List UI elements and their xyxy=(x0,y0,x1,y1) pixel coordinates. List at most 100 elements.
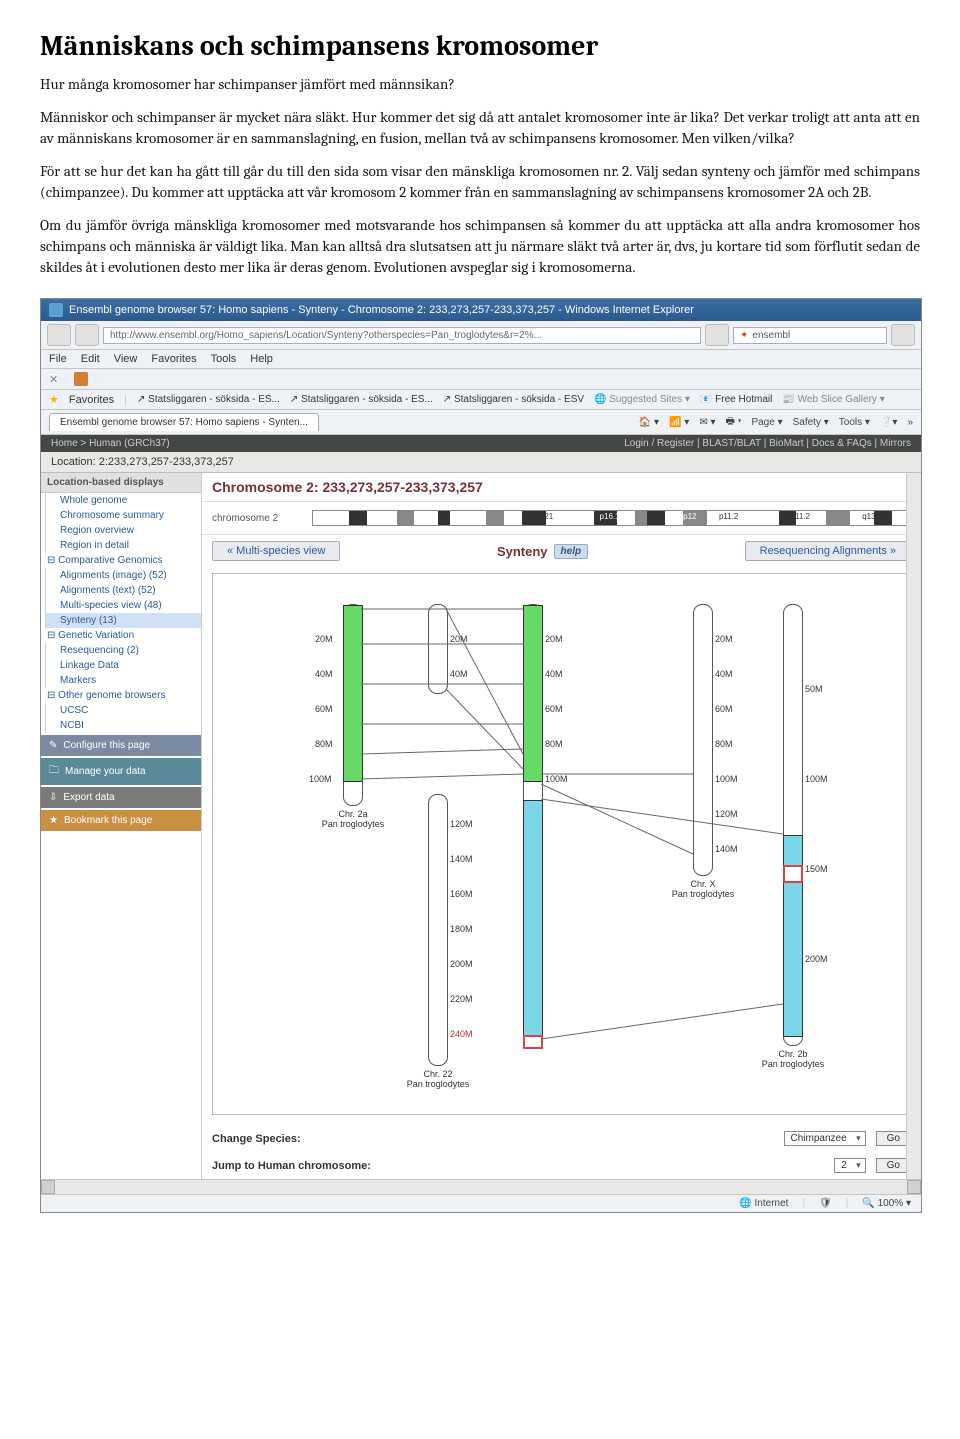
menu-favorites[interactable]: Favorites xyxy=(151,353,196,365)
menu-bar: File Edit View Favorites Tools Help xyxy=(41,350,921,369)
sidebar-group[interactable]: ⊟ Other genome browsers xyxy=(41,688,201,703)
sidebar-item[interactable]: UCSC xyxy=(45,703,201,718)
jump-label: Jump to Human chromosome: xyxy=(212,1160,432,1172)
mail-icon[interactable]: ✉ ▾ xyxy=(699,417,715,428)
doc-p3: För att se hur det kan ha gått till går … xyxy=(40,161,920,203)
sidebar-item-synteny[interactable]: Synteny (13) xyxy=(45,613,201,628)
sidebar-item[interactable]: NCBI xyxy=(45,718,201,733)
fav-link[interactable]: ↗ Statsliggaren - söksida - ES... xyxy=(137,394,280,405)
fav-link[interactable]: ↗ Statsliggaren - söksida - ESV xyxy=(443,394,584,405)
chrom-select[interactable]: 2 xyxy=(834,1158,866,1173)
help-button[interactable]: help xyxy=(554,544,589,559)
sidebar-item[interactable]: Linkage Data xyxy=(45,658,201,673)
address-bar[interactable]: http://www.ensembl.org/Homo_sapiens/Loca… xyxy=(103,327,701,344)
sidebar-item[interactable]: Resequencing (2) xyxy=(45,643,201,658)
forward-button[interactable] xyxy=(75,324,99,346)
search-box[interactable]: ✦ ensembl xyxy=(733,327,887,344)
chrom-x xyxy=(693,604,713,876)
band-label: p11.2 xyxy=(719,512,738,521)
fav-link[interactable]: 🌐 Suggested Sites ▾ xyxy=(594,394,690,405)
export-data-button[interactable]: ⇩ Export data xyxy=(41,787,201,808)
fav-link[interactable]: 📧 Free Hotmail xyxy=(700,394,772,405)
band-label: p16.1 xyxy=(600,512,620,521)
sidebar-item[interactable]: Alignments (image) (52) xyxy=(45,568,201,583)
chrom-2b-caption: Chr. 2bPan troglodytes xyxy=(753,1049,833,1069)
refresh-button[interactable] xyxy=(705,324,729,346)
synteny-title: Synteny help xyxy=(497,544,588,559)
search-go-button[interactable] xyxy=(891,324,915,346)
synteny-nav: « Multi-species view Synteny help Resequ… xyxy=(202,535,921,567)
chrom-22 xyxy=(428,604,448,694)
tab-toolbar: 🏠 ▾ 📶 ▾ ✉ ▾ 🖶 ▾ Page ▾ Safety ▾ Tools ▾ … xyxy=(639,414,913,431)
sidebar-item[interactable]: Multi-species view (48) xyxy=(45,598,201,613)
zoom-level[interactable]: 🔍 100% ▾ xyxy=(862,1198,911,1209)
band-label: p12 xyxy=(683,512,696,521)
tab-bar: Ensembl genome browser 57: Homo sapiens … xyxy=(41,410,921,435)
chrom-x-caption: Chr. XPan troglodytes xyxy=(663,879,743,899)
sidebar: Location-based displays Whole genome Chr… xyxy=(41,473,202,1179)
home-icon[interactable]: 🏠 ▾ xyxy=(639,417,659,428)
fav-link[interactable]: ↗ Statsliggaren - söksida - ES... xyxy=(290,394,433,405)
breadcrumb[interactable]: Home > Human (GRCh37) xyxy=(51,438,170,449)
sidebar-item[interactable]: Whole genome xyxy=(45,493,201,508)
band-label: p13 xyxy=(647,512,660,521)
location-bar: Location: 2:233,273,257-233,373,257 xyxy=(41,452,921,473)
prev-view-button[interactable]: « Multi-species view xyxy=(212,541,340,561)
chromosome-ideogram[interactable]: p21 p16.1 p13 p12 p11.2 q11.2 q13 xyxy=(312,510,911,526)
synteny-plot: 20M 40M 60M 80M 100M Chr. 2aPan troglody… xyxy=(212,573,911,1115)
doc-p1: Hur många kromosomer har schimpanser jäm… xyxy=(40,74,920,95)
feed-icon[interactable]: 📶 ▾ xyxy=(669,417,689,428)
favorites-star-icon[interactable]: ★ xyxy=(49,393,59,406)
manage-data-button[interactable]: 🗀 Manage your data xyxy=(41,758,201,785)
fav-link[interactable]: 📰 Web Slice Gallery ▾ xyxy=(782,394,884,405)
menu-view[interactable]: View xyxy=(114,353,138,365)
jump-chrom-row: Jump to Human chromosome: 2 Go xyxy=(202,1152,921,1179)
sidebar-group[interactable]: ⊟ Comparative Genomics xyxy=(41,553,201,568)
sidebar-item[interactable]: Markers xyxy=(45,673,201,688)
print-icon[interactable]: 🖶 ▾ xyxy=(726,414,742,431)
window-title: Ensembl genome browser 57: Homo sapiens … xyxy=(69,304,694,316)
sidebar-item[interactable]: Alignments (text) (52) xyxy=(45,583,201,598)
toolbar-icon[interactable] xyxy=(74,372,88,386)
ie-icon xyxy=(49,303,63,317)
configure-page-button[interactable]: ✎ Configure this page xyxy=(41,735,201,756)
favorites-label: Favorites xyxy=(69,394,114,406)
page-menu[interactable]: Page ▾ xyxy=(751,417,782,428)
change-species-row: Change Species: Chimpanzee Go xyxy=(202,1125,921,1152)
horizontal-scrollbar[interactable] xyxy=(41,1179,921,1194)
sidebar-group[interactable]: ⊟ Genetic Variation xyxy=(41,628,201,643)
expand-icon[interactable]: » xyxy=(907,417,913,428)
species-select[interactable]: Chimpanzee xyxy=(784,1131,866,1146)
sidebar-item[interactable]: Region overview xyxy=(45,523,201,538)
menu-help[interactable]: Help xyxy=(250,353,273,365)
internet-zone: 🌐 Internet xyxy=(739,1198,788,1209)
doc-title: Människans och schimpansens kromosomer xyxy=(40,30,920,62)
bookmark-page-button[interactable]: ★ Bookmark this page xyxy=(41,810,201,831)
header-links[interactable]: Login / Register | BLAST/BLAT | BioMart … xyxy=(624,438,911,449)
browser-tab[interactable]: Ensembl genome browser 57: Homo sapiens … xyxy=(49,413,319,431)
band-label: p21 xyxy=(540,512,553,521)
favorites-bar: ★ Favorites | ↗ Statsliggaren - söksida … xyxy=(41,390,921,410)
band-label: q13 xyxy=(862,512,875,521)
sidebar-item[interactable]: Chromosome summary xyxy=(45,508,201,523)
chrom-2a-caption: Chr. 2aPan troglodytes xyxy=(313,809,393,829)
menu-edit[interactable]: Edit xyxy=(81,353,100,365)
sidebar-item[interactable]: Region in detail xyxy=(45,538,201,553)
menu-file[interactable]: File xyxy=(49,353,67,365)
tools-menu[interactable]: Tools ▾ xyxy=(839,417,870,428)
vertical-scrollbar[interactable] xyxy=(906,473,921,1179)
chrom-22-lower xyxy=(428,794,448,1066)
next-view-button[interactable]: Resequencing Alignments » xyxy=(745,541,911,561)
menu-tools[interactable]: Tools xyxy=(211,353,237,365)
safety-menu[interactable]: Safety ▾ xyxy=(793,417,829,428)
status-bar: 🌐 Internet | 🛡 | 🔍 100% ▾ xyxy=(41,1194,921,1212)
doc-p2: Människor och schimpanser är mycket nära… xyxy=(40,107,920,149)
help-icon[interactable]: ❔▾ xyxy=(880,417,897,428)
chrom-2b xyxy=(783,604,803,1046)
back-button[interactable] xyxy=(47,324,71,346)
window-titlebar: Ensembl genome browser 57: Homo sapiens … xyxy=(41,299,921,321)
close-icon[interactable]: ✕ xyxy=(49,373,58,386)
toolbar-icons: ✕ · · xyxy=(41,369,921,390)
band-label: q11.2 xyxy=(791,512,810,521)
change-species-label: Change Species: xyxy=(212,1133,382,1145)
